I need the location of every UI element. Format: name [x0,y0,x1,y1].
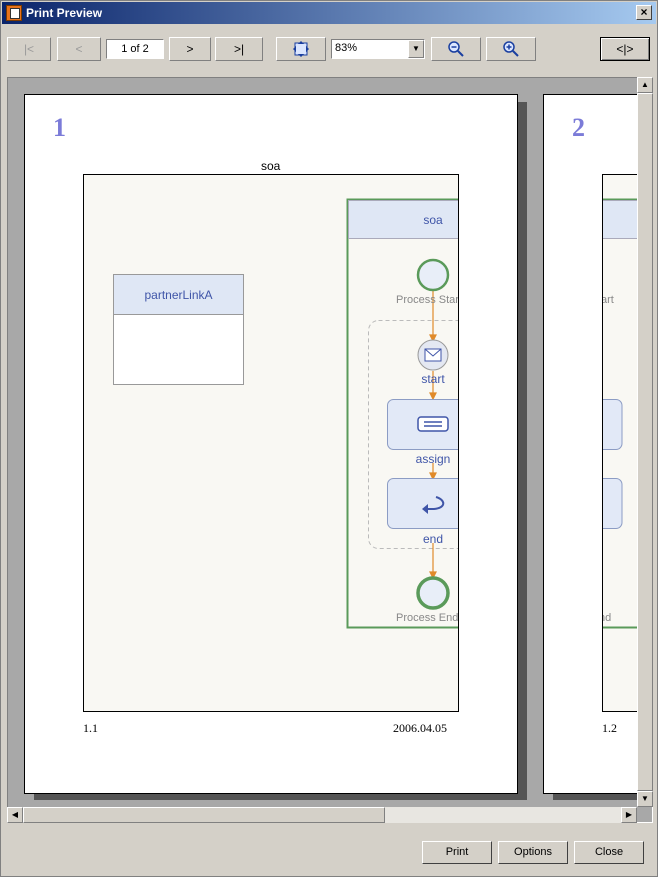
bpel-diagram: partnerLinkA soa Process Start start ass… [113,198,460,629]
assign-icon [417,416,449,432]
horizontal-scrollbar[interactable]: ◀ ▶ [7,807,637,823]
title-bar: Print Preview × [2,2,656,24]
page-footer-right: 2006.04.05 [393,721,447,735]
next-page-button[interactable]: > [169,37,211,61]
process-end-label: Process End [396,612,458,624]
page-number: 1 [53,113,66,142]
scroll-left-button[interactable]: ◀ [7,807,23,823]
start-activity-label: start [421,372,445,386]
preview-area: 1 soa partnerLinkA soa Process Start sta… [7,77,653,823]
vertical-scroll-thumb[interactable] [637,93,653,791]
scroll-up-button[interactable]: ▲ [637,77,653,93]
close-window-button[interactable]: × [636,5,652,20]
process-start-label-tail: art [603,294,614,306]
process-label: soa [423,213,443,227]
diagram-canvas: partnerLinkA soa Process Start start ass… [83,174,459,712]
process-end-event[interactable] [416,576,450,610]
window-title: Print Preview [26,6,103,20]
page-number-field[interactable]: 1 of 2 [106,39,164,59]
fit-page-button[interactable] [276,37,326,61]
fit-page-icon [293,41,309,57]
page-footer-left: 1.2 [602,721,617,735]
zoom-in-button[interactable] [486,37,536,61]
previous-page-button[interactable]: < [57,37,101,61]
vertical-scrollbar[interactable]: ▲ ▼ [637,77,653,807]
print-button[interactable]: Print [422,841,492,864]
close-button[interactable]: Close [574,841,644,864]
last-page-button[interactable]: >| [215,37,263,61]
zoom-out-button[interactable] [431,37,481,61]
end-node [603,478,623,529]
zoom-in-icon [503,41,519,57]
process-start-event[interactable] [416,258,450,292]
assign-node [603,399,623,450]
envelope-icon [424,348,442,362]
scroll-right-button[interactable]: ▶ [621,807,637,823]
options-button[interactable]: Options [498,841,568,864]
page-1: 1 soa partnerLinkA soa Process Start sta… [24,94,518,794]
zoom-out-icon [448,41,464,57]
chevron-down-icon[interactable]: ▼ [408,40,424,58]
page-number: 2 [572,113,585,142]
zoom-value: 83% [335,42,358,54]
first-page-button[interactable]: |< [7,37,51,61]
page-header: soa [261,159,281,173]
process-start-label: Process Start [396,294,459,306]
partner-link-label: partnerLinkA [144,288,212,302]
page-footer-left: 1.1 [83,721,98,735]
end-node[interactable] [387,478,460,529]
process-end-label-tail: nd [603,612,611,624]
app-icon [6,5,22,21]
zoom-select[interactable]: 83% ▼ [331,39,425,59]
end-activity-label: end [423,532,443,546]
page-layout-button[interactable]: <|> [600,37,650,61]
scroll-down-button[interactable]: ▼ [637,791,653,807]
assign-activity-label: assign [416,452,451,466]
horizontal-scroll-thumb[interactable] [23,807,385,823]
print-preview-window: Print Preview × |< < 1 of 2 > >| 83% ▼ <… [0,0,658,877]
